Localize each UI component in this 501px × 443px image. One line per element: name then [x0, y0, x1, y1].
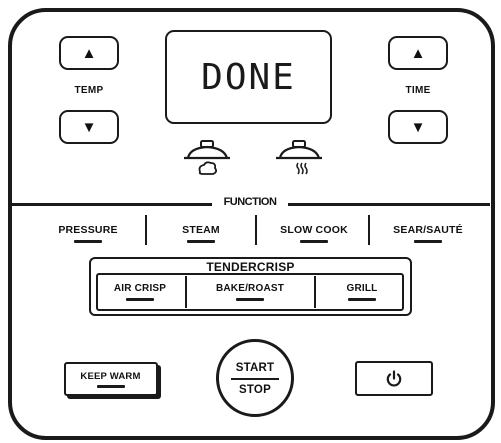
power-button[interactable] [355, 361, 433, 396]
time-up-button[interactable]: ▲ [388, 36, 448, 70]
start-label: START [235, 362, 275, 374]
tendercrisp-heading: TENDERCRISP [206, 260, 295, 274]
sear-saute-label[interactable]: SEAR/SAUTÉ [376, 224, 480, 236]
divider [185, 276, 187, 308]
divider [368, 215, 370, 245]
grill-indicator-light [348, 298, 376, 301]
pressure-label[interactable]: PRESSURE [48, 224, 128, 236]
start-stop-button[interactable]: START STOP [216, 339, 294, 417]
keep-warm-indicator-light [97, 385, 125, 388]
divider [255, 215, 257, 245]
sear-saute-indicator-light [414, 240, 442, 243]
grill-label[interactable]: GRILL [330, 283, 394, 294]
display-text: DONE [201, 56, 296, 98]
power-icon [386, 370, 402, 387]
steam-label[interactable]: STEAM [164, 224, 238, 236]
temp-up-button[interactable]: ▲ [59, 36, 119, 70]
time-down-button[interactable]: ▼ [388, 110, 448, 144]
bake-roast-indicator-light [236, 298, 264, 301]
arrow-down-icon: ▼ [410, 118, 426, 136]
time-label: TIME [405, 85, 431, 96]
air-crisp-indicator-light [126, 298, 154, 301]
start-stop-divider [231, 378, 279, 380]
arrow-up-icon: ▲ [410, 44, 426, 62]
function-heading: FUNCTION [212, 196, 288, 208]
keep-warm-label: KEEP WARM [80, 371, 141, 382]
slow-cook-label[interactable]: SLOW COOK [267, 224, 361, 236]
air-crisp-label[interactable]: AIR CRISP [102, 283, 178, 294]
temp-down-button[interactable]: ▼ [59, 110, 119, 144]
bake-roast-label[interactable]: BAKE/ROAST [200, 283, 300, 294]
divider [314, 276, 316, 308]
arrow-down-icon: ▼ [81, 118, 97, 136]
slow-cook-indicator-light [300, 240, 328, 243]
divider [145, 215, 147, 245]
pressure-lid-icon [184, 140, 230, 175]
pressure-indicator-light [74, 240, 102, 243]
keep-warm-button[interactable]: KEEP WARM [64, 362, 158, 396]
steam-indicator-light [187, 240, 215, 243]
temp-label: TEMP [74, 85, 104, 96]
stop-label: STOP [239, 384, 271, 396]
steam-lid-icon [276, 140, 322, 175]
lcd-display: DONE [165, 30, 332, 124]
arrow-up-icon: ▲ [81, 44, 97, 62]
